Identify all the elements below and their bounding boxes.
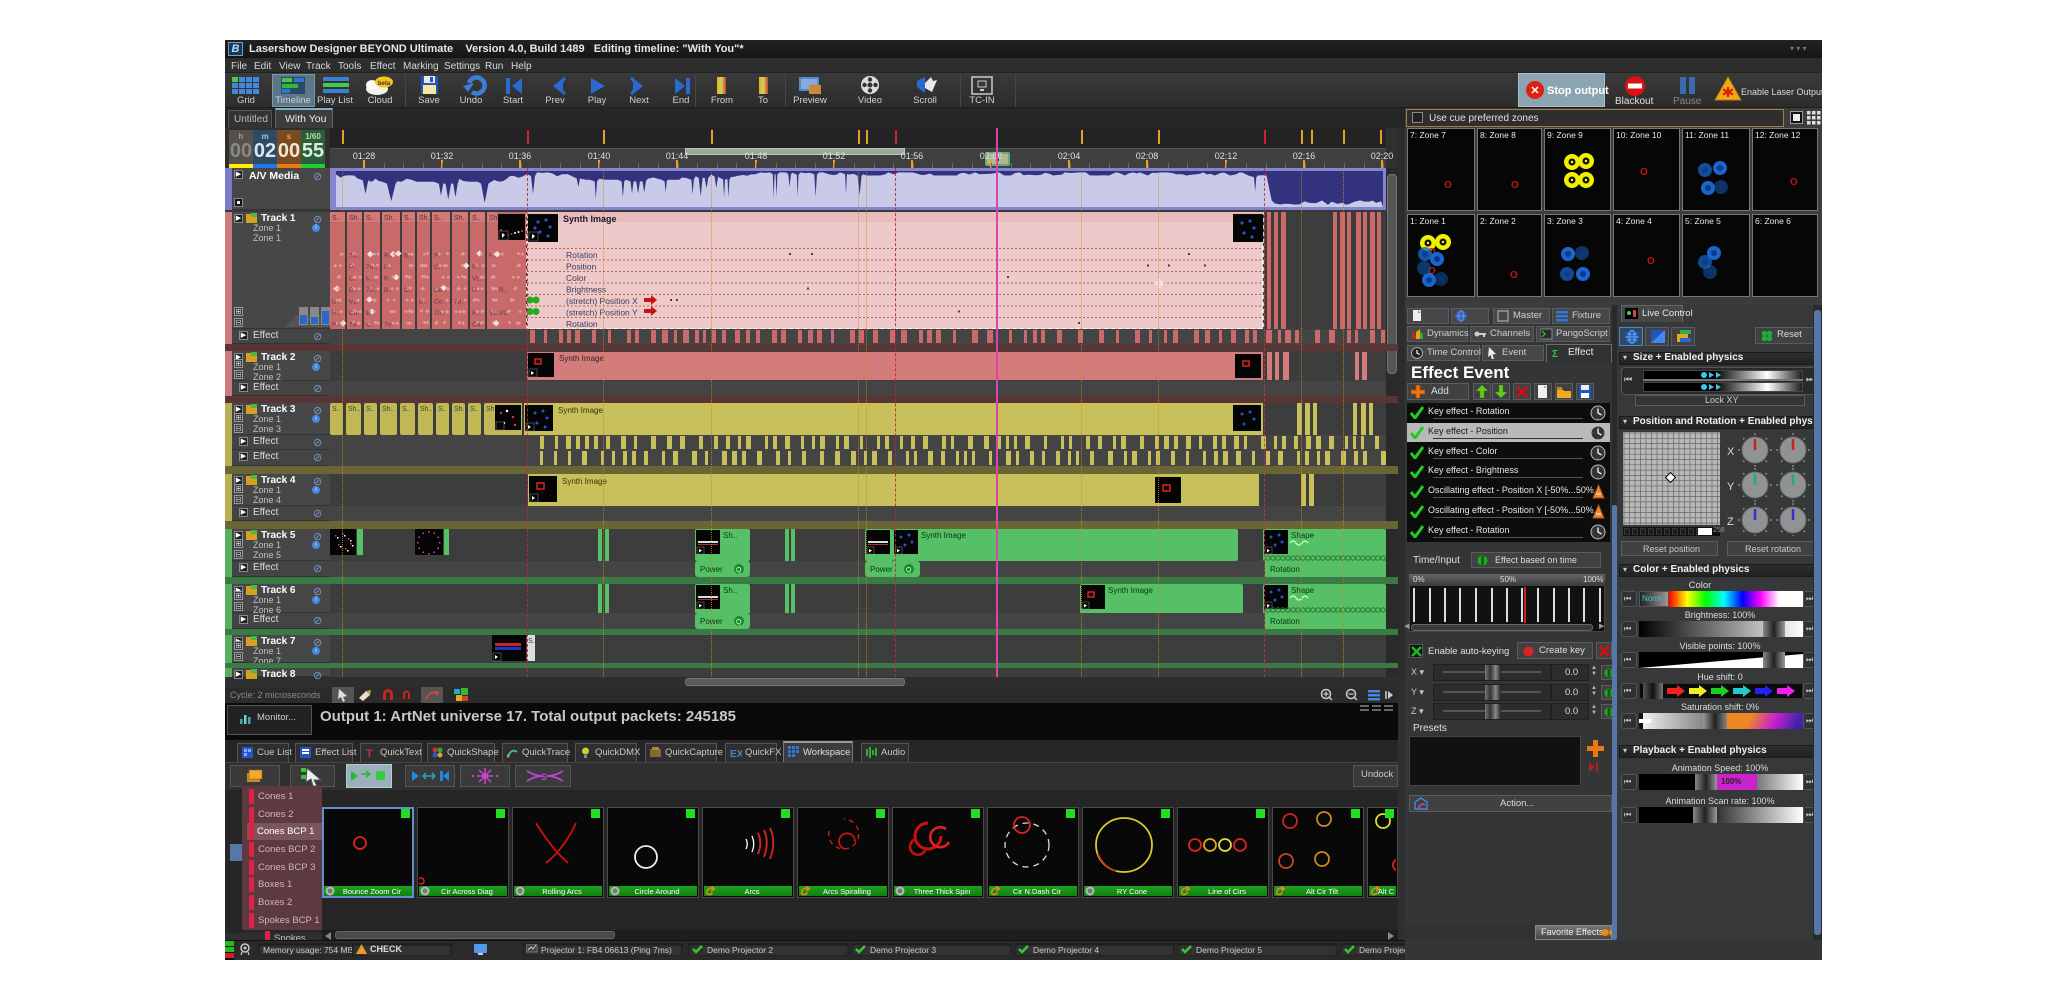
svg-text:Rotation: Rotation: [1270, 565, 1300, 574]
svg-text:S..: S..: [438, 406, 447, 413]
svg-text:Shape: Shape: [1291, 586, 1315, 595]
svg-text:S..: S..: [470, 406, 479, 413]
svg-text:7o..: 7o..: [434, 310, 445, 317]
svg-text:Color: Color: [566, 273, 586, 283]
svg-text:Power: Power: [870, 565, 893, 574]
svg-text:7o..: 7o..: [366, 264, 377, 271]
svg-text:C..: C..: [349, 276, 358, 283]
svg-text:Synth Image: Synth Image: [921, 531, 966, 540]
svg-text:P..: P..: [332, 322, 339, 329]
svg-text:P..: P..: [434, 253, 441, 260]
svg-text:Sh..: Sh..: [454, 215, 467, 222]
svg-text:B..: B..: [366, 310, 374, 317]
svg-text:Rotation: Rotation: [566, 250, 598, 260]
svg-text:Synth Image: Synth Image: [1108, 586, 1153, 595]
svg-text:X: X: [1727, 446, 1735, 458]
svg-text:Sh..: Sh..: [723, 531, 737, 540]
svg-text:B..: B..: [404, 253, 412, 260]
svg-text:Σ: Σ: [1552, 349, 1558, 359]
svg-text:S..: S..: [434, 215, 443, 222]
svg-text:R..: R..: [472, 264, 481, 271]
svg-text:S..: S..: [332, 406, 341, 413]
svg-text:S..: S..: [528, 638, 537, 645]
svg-text:beta: beta: [378, 81, 391, 87]
svg-text:VL.: VL.: [489, 310, 499, 317]
svg-text:Position: Position: [566, 262, 597, 272]
svg-text:B..: B..: [419, 299, 427, 306]
svg-text:S..: S..: [404, 215, 413, 222]
svg-text:O: O: [1444, 180, 1452, 191]
svg-text:7o..: 7o..: [349, 253, 360, 260]
svg-text:VL.: VL.: [349, 299, 359, 306]
svg-text:P..: P..: [384, 276, 391, 283]
svg-text:7o..: 7o..: [454, 299, 465, 306]
svg-text:P..: P..: [472, 287, 479, 294]
svg-text:7o..: 7o..: [366, 287, 377, 294]
svg-text:Sh..: Sh..: [382, 406, 395, 413]
svg-text:Sh..: Sh..: [454, 406, 467, 413]
svg-text:Q: Q: [906, 567, 912, 574]
svg-text:Q: Q: [736, 619, 742, 626]
svg-text:R..: R..: [384, 253, 393, 260]
svg-text:O: O: [1647, 256, 1655, 267]
svg-text:Sh..: Sh..: [420, 406, 433, 413]
svg-text:7o..: 7o..: [384, 322, 395, 329]
svg-text:S..: S..: [366, 406, 375, 413]
svg-text:Brightness: Brightness: [566, 285, 606, 295]
svg-text:Y: Y: [1727, 481, 1735, 493]
svg-text:Sh..: Sh..: [348, 406, 361, 413]
svg-text:Sh..: Sh..: [384, 215, 397, 222]
svg-text:Co..: Co..: [434, 287, 446, 294]
svg-text:P..: P..: [384, 264, 391, 271]
svg-text:Z: Z: [1727, 516, 1734, 528]
svg-text:P..: P..: [489, 253, 496, 260]
svg-text:R..: R..: [472, 310, 481, 317]
svg-text:Co..: Co..: [349, 310, 361, 317]
svg-text:Synth Image: Synth Image: [562, 477, 607, 486]
svg-text:Co..: Co..: [472, 322, 484, 329]
svg-text:7o..: 7o..: [349, 322, 360, 329]
svg-text:Sh..: Sh..: [419, 215, 432, 222]
svg-text:VL.: VL.: [472, 276, 482, 283]
svg-text:Synth Image: Synth Image: [558, 406, 603, 415]
svg-text:VL.: VL.: [499, 310, 509, 317]
svg-text:O: O: [1511, 180, 1519, 191]
svg-text:(stretch) Position Y: (stretch) Position Y: [566, 308, 638, 318]
svg-text:S..: S..: [366, 215, 375, 222]
svg-text:Sh..: Sh..: [349, 215, 362, 222]
svg-text:C..: C..: [434, 264, 443, 271]
svg-text:R..: R..: [332, 310, 341, 317]
svg-text:Rotation: Rotation: [1270, 617, 1300, 626]
svg-text:S..: S..: [332, 215, 341, 222]
svg-text:B..: B..: [384, 287, 392, 294]
svg-text:C..: C..: [366, 322, 375, 329]
svg-text:B..: B..: [332, 299, 340, 306]
svg-text:O: O: [1790, 177, 1798, 188]
svg-text:R..: R..: [366, 276, 375, 283]
svg-text:EX: EX: [730, 749, 742, 759]
svg-text:B..: B..: [349, 287, 357, 294]
svg-text:P..: P..: [349, 264, 356, 271]
svg-text:S..: S..: [472, 215, 481, 222]
svg-text:S..: S..: [402, 406, 411, 413]
svg-text:O: O: [1510, 270, 1518, 281]
svg-text:C..: C..: [404, 287, 413, 294]
svg-text:Rotation: Rotation: [566, 319, 598, 329]
svg-text:Synth Image: Synth Image: [563, 214, 617, 224]
svg-text:T: T: [366, 748, 373, 759]
svg-text:R..: R..: [499, 287, 508, 294]
svg-text:Q: Q: [736, 567, 742, 574]
svg-text:Co..: Co..: [434, 299, 446, 306]
svg-text:✕: ✕: [1530, 85, 1539, 97]
svg-text:O: O: [1640, 167, 1648, 178]
svg-text:Shape: Shape: [1291, 531, 1315, 540]
svg-text:Sh..: Sh..: [723, 586, 737, 595]
svg-text:Synth Image: Synth Image: [559, 354, 604, 363]
svg-text:S: S: [541, 772, 547, 782]
